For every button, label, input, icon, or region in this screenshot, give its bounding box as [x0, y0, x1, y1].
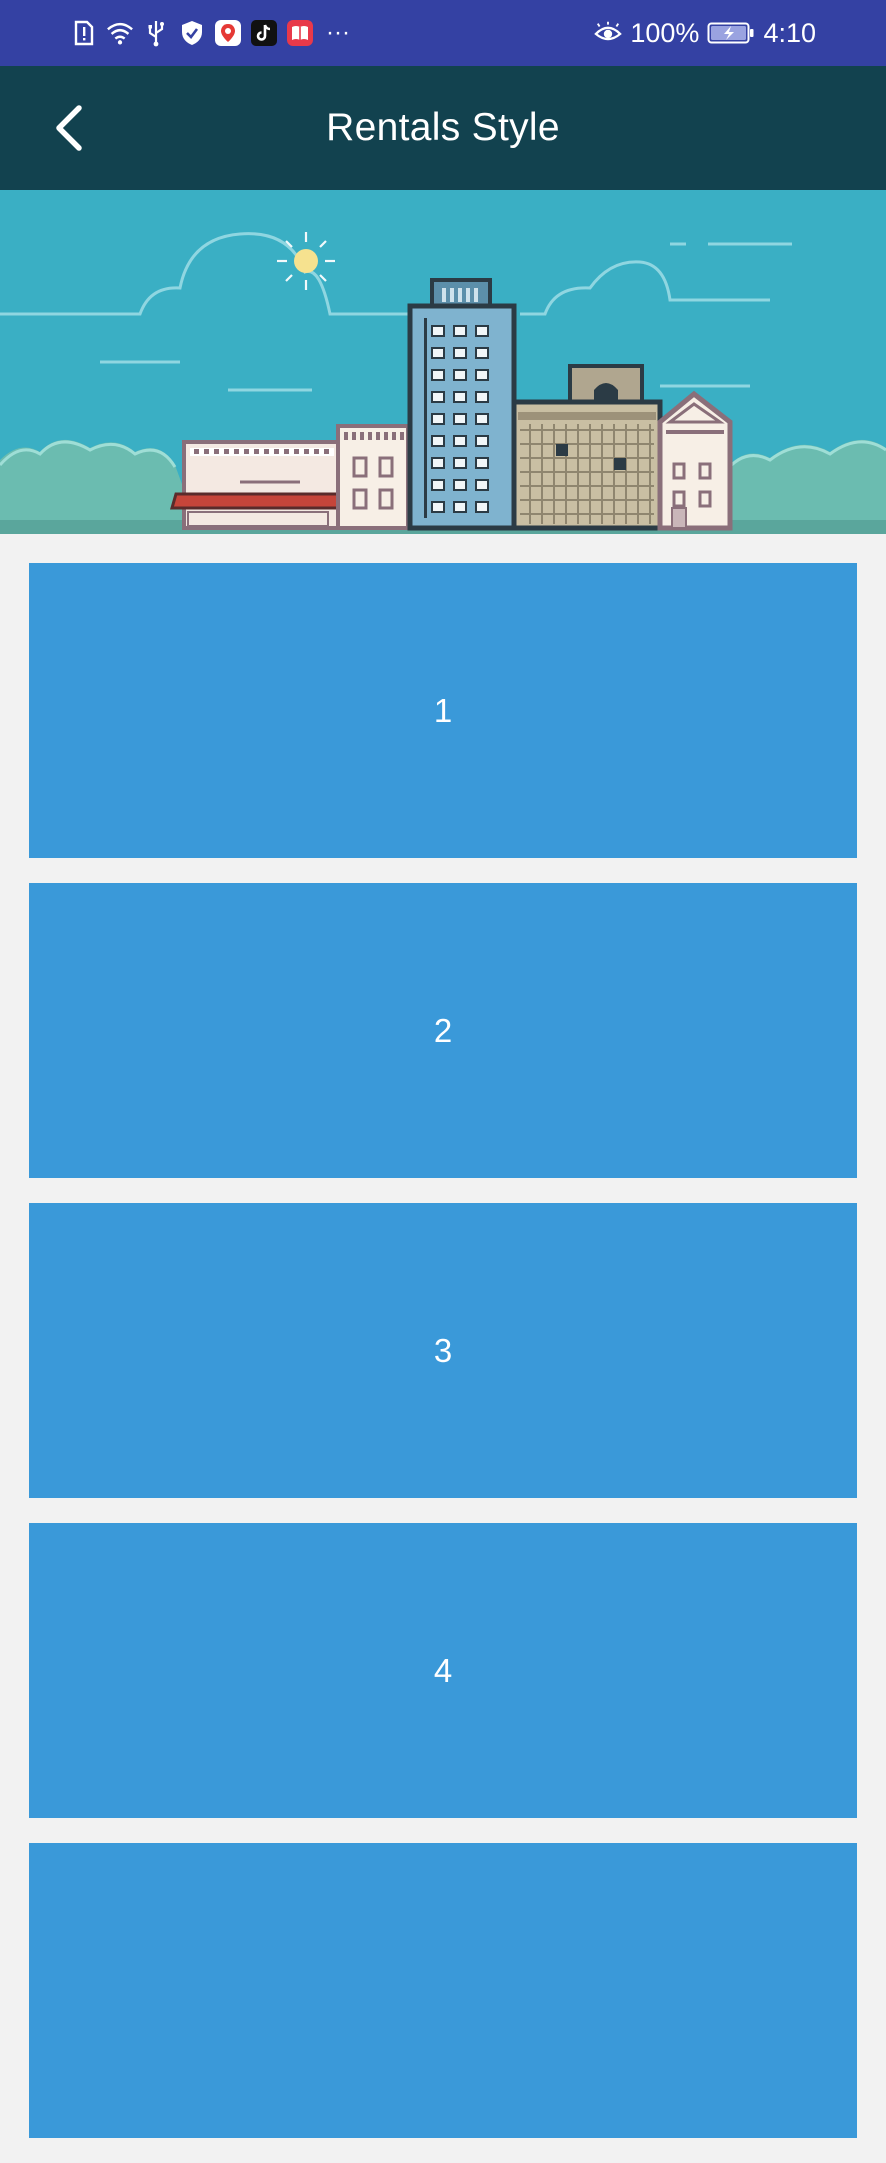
- page-title: Rentals Style: [326, 106, 560, 149]
- wifi-icon: [106, 19, 134, 47]
- style-tile-1[interactable]: 1: [29, 563, 857, 858]
- shield-icon: [178, 19, 206, 47]
- status-bar: ··· 100% 4:10: [0, 0, 886, 66]
- battery-percent: 100%: [630, 17, 700, 48]
- tiktok-icon: [250, 19, 278, 47]
- usb-icon: [142, 19, 170, 47]
- app-bar: Rentals Style: [0, 66, 886, 190]
- style-tile-3[interactable]: 3: [29, 1203, 857, 1498]
- style-tile-5[interactable]: [29, 1843, 857, 2138]
- city-banner-illustration: [0, 190, 886, 534]
- eye-comfort-icon: [594, 19, 623, 47]
- book-app-icon: [286, 19, 314, 47]
- style-tile-4[interactable]: 4: [29, 1523, 857, 1818]
- more-notifications: ···: [326, 19, 350, 46]
- alert-file-icon: [70, 19, 98, 47]
- status-right: 100% 4:10: [594, 15, 816, 51]
- style-list: 1 2 3 4: [29, 563, 857, 2163]
- status-left-icons: ···: [70, 15, 350, 51]
- sun-icon: [277, 232, 335, 290]
- map-pin-app-icon: [214, 19, 242, 47]
- style-tile-2[interactable]: 2: [29, 883, 857, 1178]
- battery-charging-icon: [707, 19, 755, 47]
- clock: 4:10: [763, 17, 816, 48]
